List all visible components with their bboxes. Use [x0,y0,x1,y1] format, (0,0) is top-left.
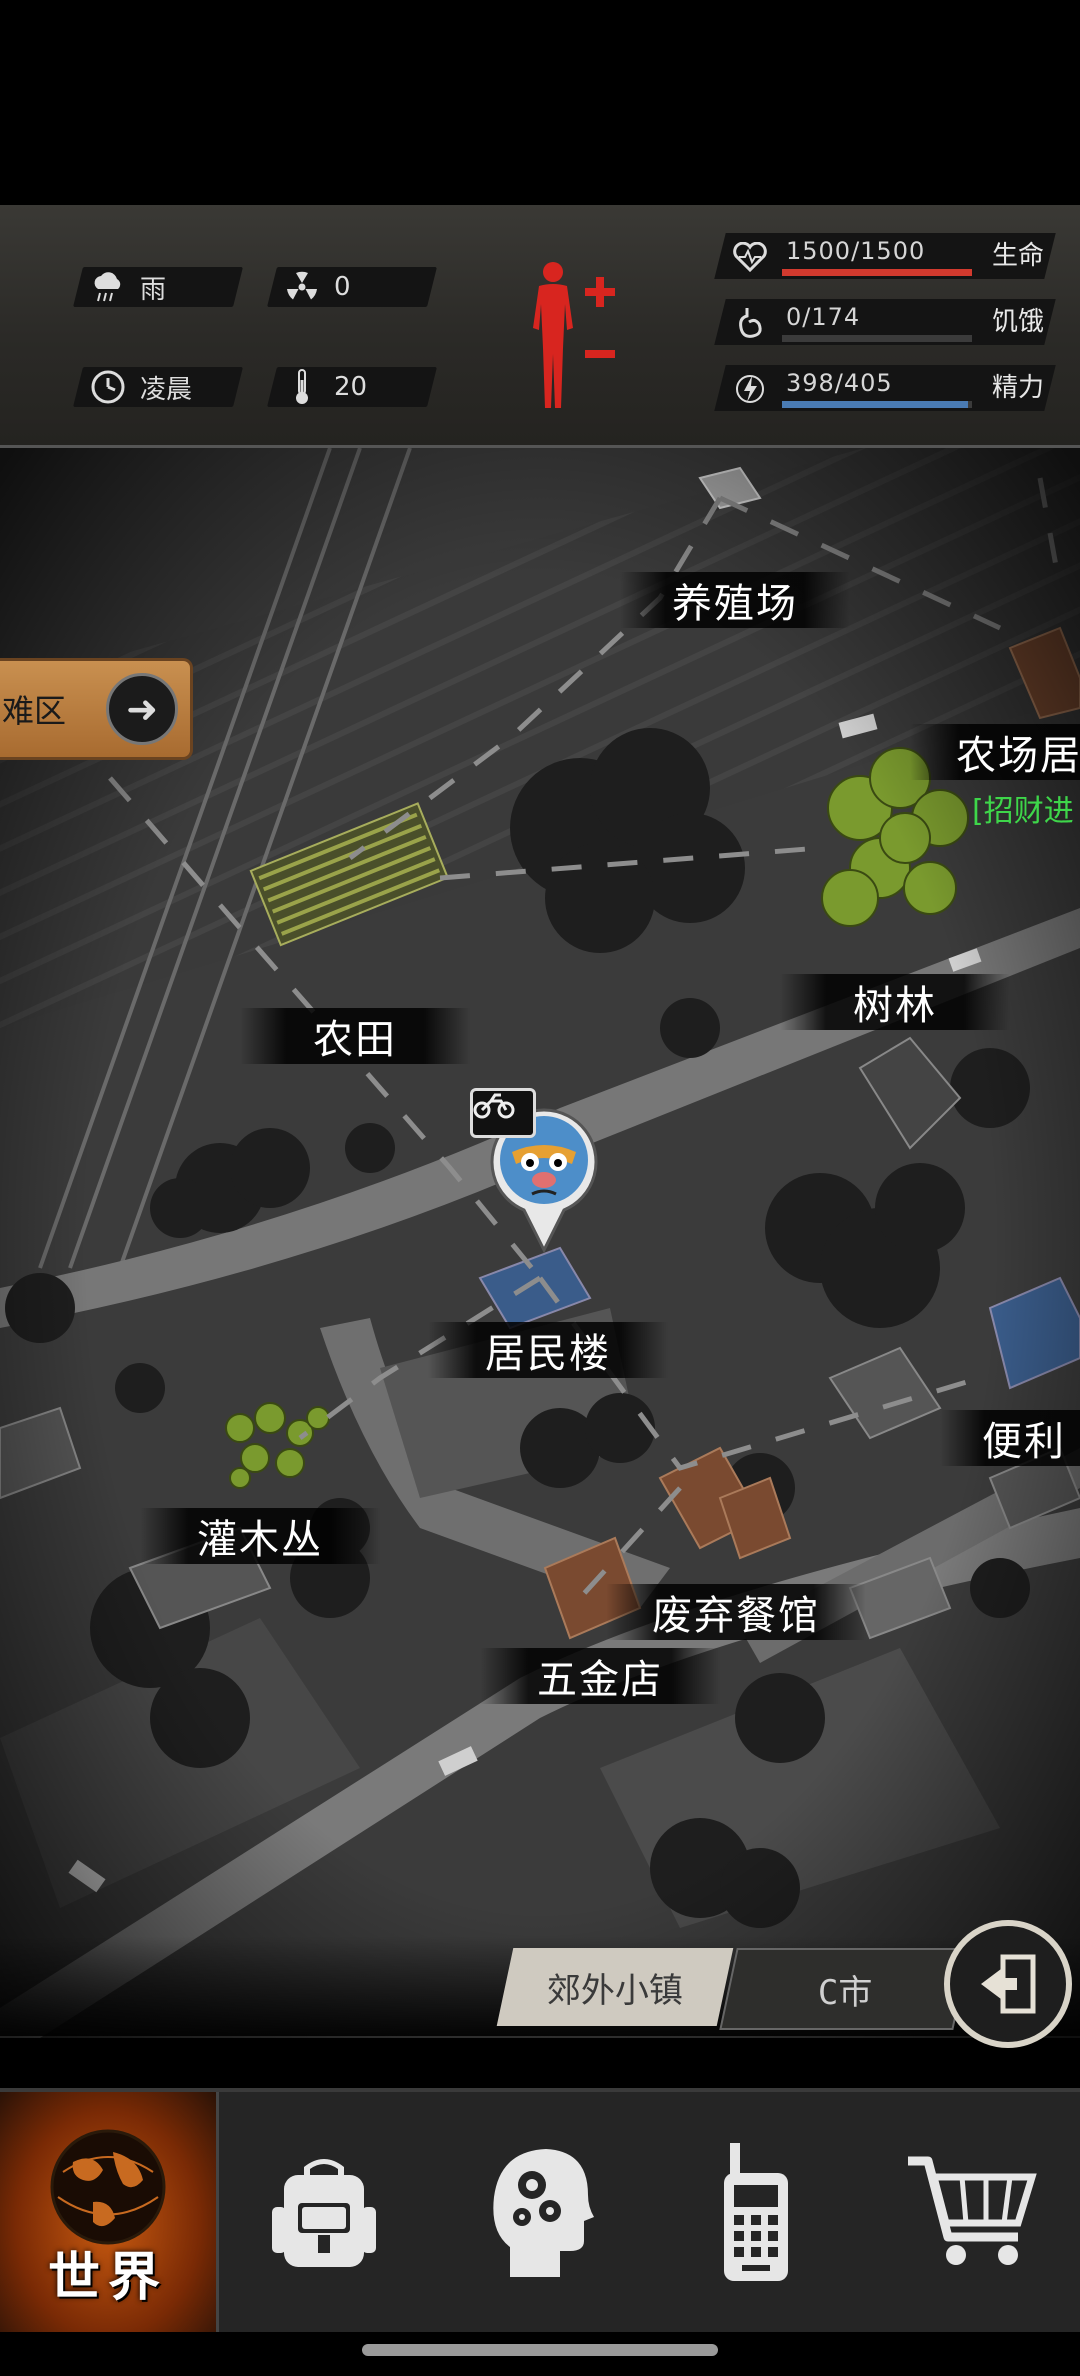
health-bar-fill [782,269,972,276]
motorcycle-icon [470,1088,536,1138]
region-tab-city-c[interactable]: C市 [719,1948,971,2030]
nav-world-label: 世界 [47,2248,168,2308]
arrow-right-icon: ➜ [106,673,178,745]
location-grove[interactable]: 树林 [780,974,1010,1030]
region-tab-suburb-label: 郊外小镇 [547,1970,683,2011]
shopping-cart-icon [908,2156,1037,2265]
temperature-value: 20 [334,372,368,402]
rain-cloud-icon [88,267,128,307]
location-field[interactable]: 农田 [240,1008,470,1064]
energy-label: 精力 [992,373,1045,403]
time-stat: 凌晨 [88,367,192,407]
location-convenience-store[interactable]: 便利 [940,1410,1080,1466]
world-map[interactable]: 养殖场 农场居 [招财进 农田 树林 居民楼 便利 灌木丛 废弃餐馆 五金店 难… [0,448,1080,2038]
body-status-button[interactable] [515,258,625,418]
backpack-icon [272,2159,376,2267]
shelter-button[interactable]: 难区 ➜ [0,658,193,760]
globe-icon [50,2129,166,2245]
nav-skills[interactable] [432,2092,648,2332]
location-hardware-store[interactable]: 五金店 [480,1648,720,1704]
hunger-value: 0/174 [786,303,861,331]
lightning-icon [732,371,768,407]
status-bar: 雨 0 凌晨 20 1500/1500 生命 0/174 饥饿 398/405 … [0,205,1080,448]
home-indicator[interactable] [362,2344,718,2356]
exit-button[interactable] [944,1920,1072,2048]
clock-icon [88,367,128,407]
walkie-talkie-icon [724,2143,788,2281]
location-residential[interactable]: 居民楼 [428,1322,668,1378]
region-tab-suburb[interactable]: 郊外小镇 [496,1948,734,2026]
weather-value: 雨 [140,274,167,305]
temperature-stat: 20 [282,367,367,407]
location-breeding-farm[interactable]: 养殖场 [620,572,850,628]
heart-icon [732,239,768,275]
location-farm-house[interactable]: 农场居 [910,724,1080,780]
vital-energy: 398/405 精力 [714,365,1060,415]
body-figure-icon [533,262,615,408]
head-gears-icon [493,2149,594,2277]
shelter-label: 难区 [2,692,67,730]
vital-health: 1500/1500 生命 [714,233,1060,283]
exit-door-icon [981,1954,1036,2014]
bottom-nav: 世界 [0,2088,1080,2332]
location-restaurant[interactable]: 废弃餐馆 [606,1584,866,1640]
nav-radio[interactable] [648,2092,864,2332]
nav-world[interactable]: 世界 [0,2092,219,2332]
region-tab-city-c-label: C市 [817,1972,873,2013]
vital-hunger: 0/174 饥饿 [714,299,1060,349]
time-value: 凌晨 [140,374,193,405]
location-bushes[interactable]: 灌木丛 [140,1508,380,1564]
stomach-icon [732,305,768,341]
weather-stat: 雨 [88,267,166,307]
nav-backpack[interactable] [216,2092,432,2332]
thermometer-icon [282,367,322,407]
location-farm-house-subtitle: [招财进 [972,794,1074,829]
top-black-area [0,0,1080,205]
health-value: 1500/1500 [786,237,926,265]
radiation-icon [282,267,322,307]
radiation-stat: 0 [282,267,351,307]
energy-bar [782,401,972,408]
energy-bar-fill [782,401,969,408]
health-bar [782,269,972,276]
radiation-value: 0 [334,272,351,302]
energy-value: 398/405 [786,369,893,397]
hunger-label: 饥饿 [992,307,1045,337]
hunger-bar [782,335,972,342]
nav-shop[interactable] [864,2092,1080,2332]
health-label: 生命 [992,241,1045,271]
